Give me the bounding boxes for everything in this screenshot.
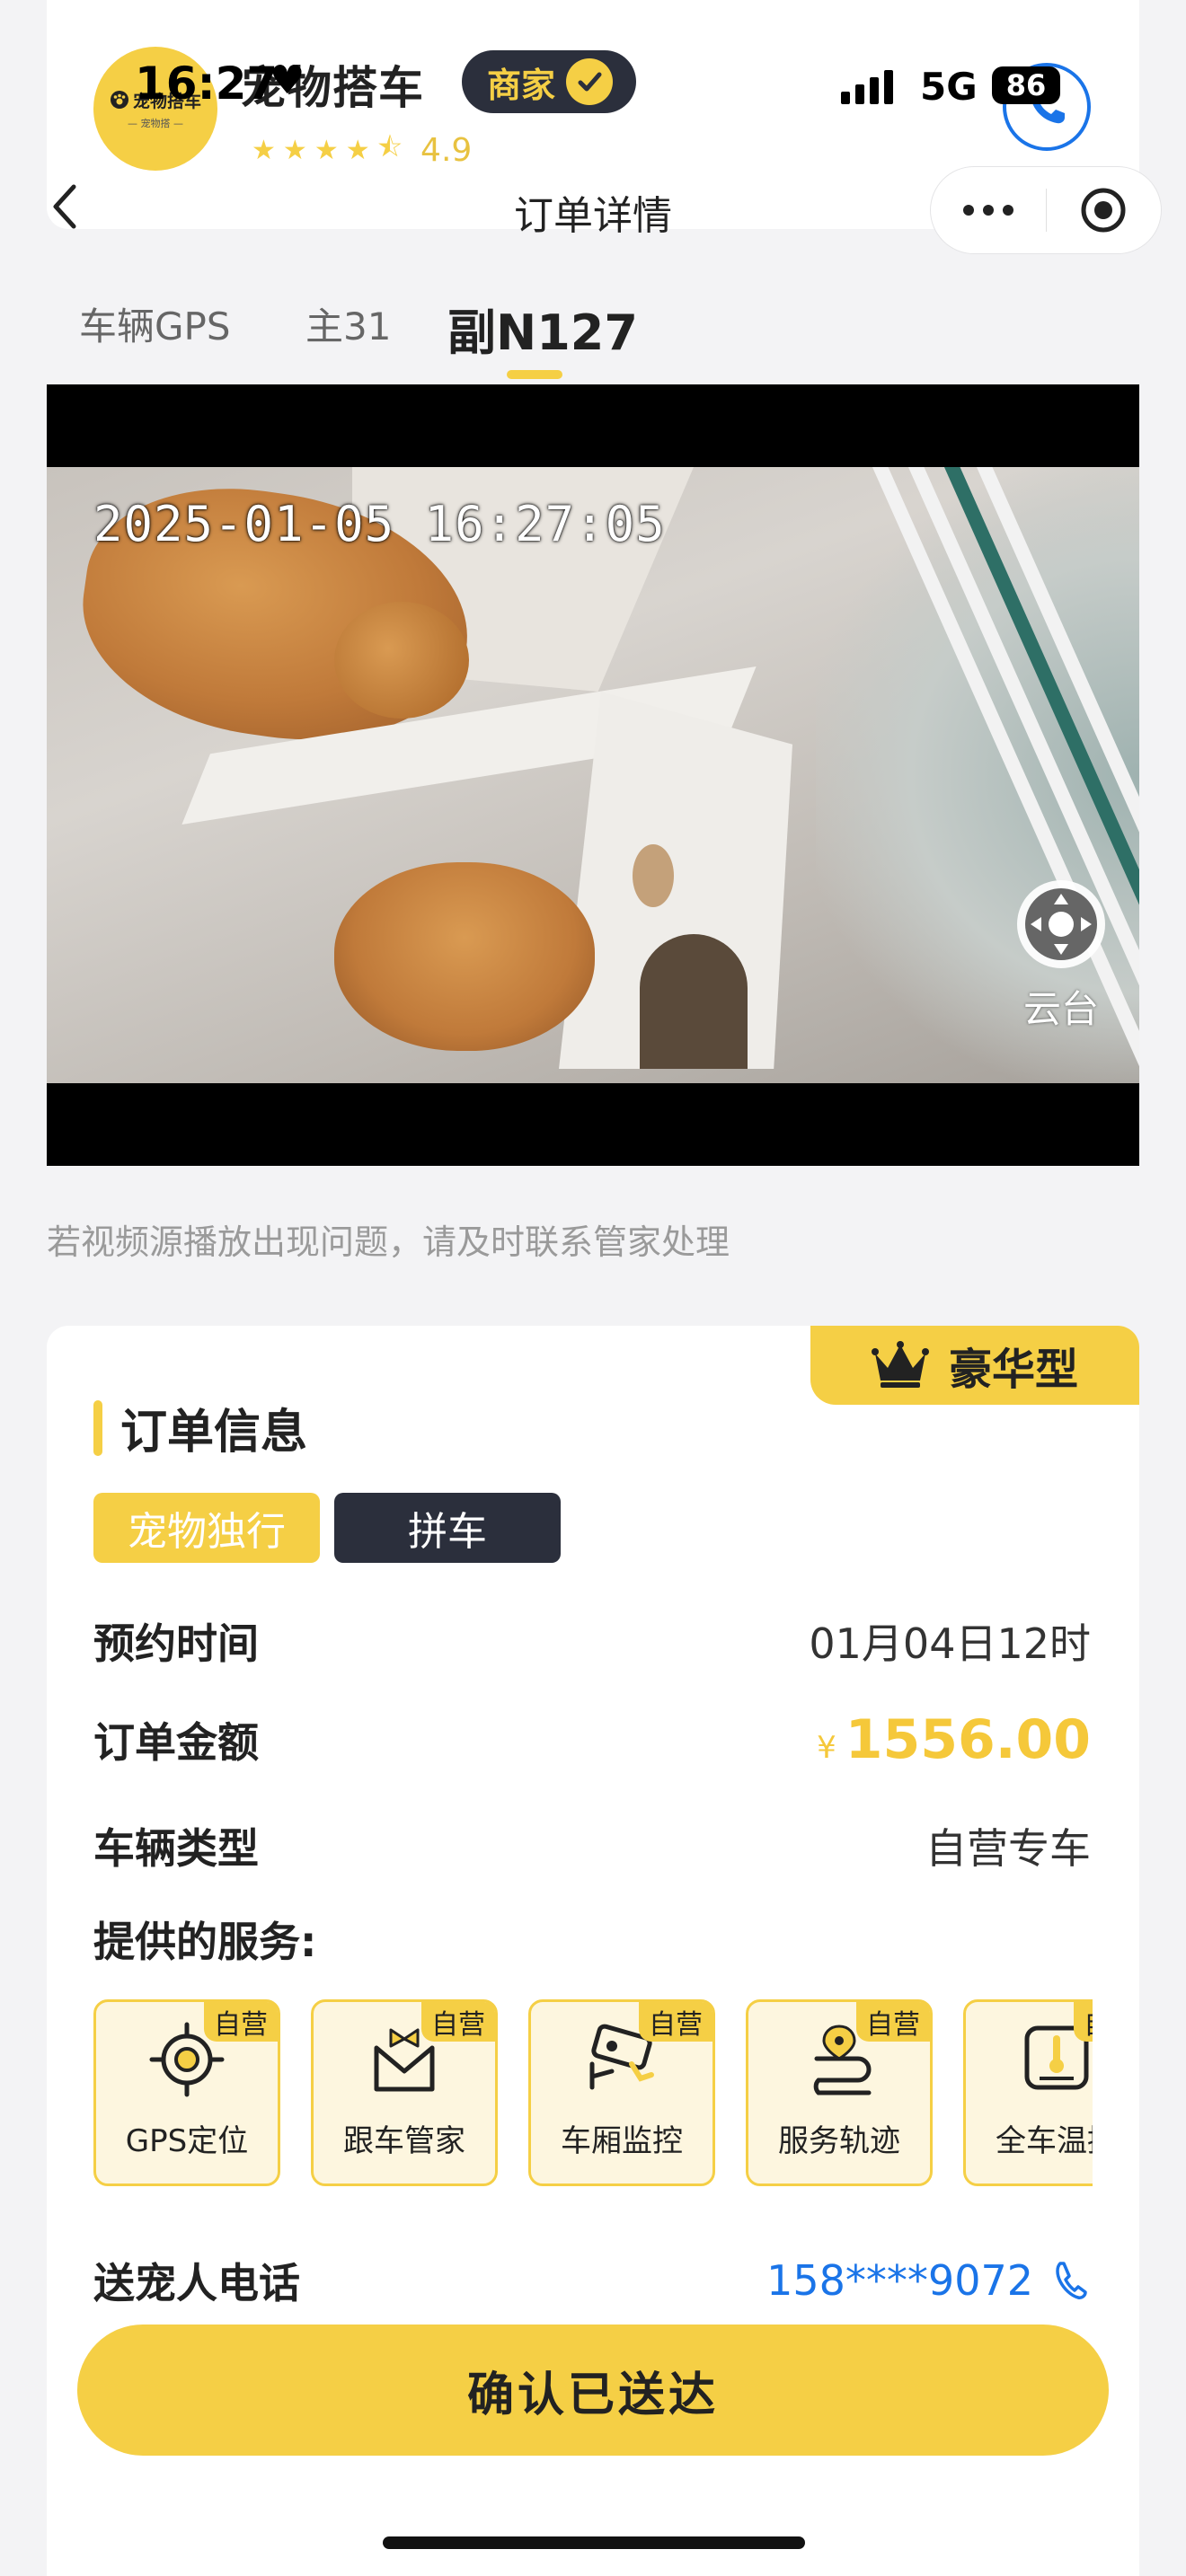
- tab-main-31[interactable]: 主31: [305, 296, 391, 351]
- star-icon: ★: [345, 135, 370, 166]
- network-type: 5G: [920, 65, 978, 109]
- service-name: 全车温控: [996, 2123, 1093, 2159]
- more-button[interactable]: [931, 205, 1046, 216]
- order-amount-row: 订单金额 ¥ 1556.00: [93, 1708, 1091, 1771]
- half-star-icon: ⯪: [376, 132, 403, 163]
- vehicle-type-label: 车辆类型: [93, 1824, 259, 1873]
- battery-icon: 86: [992, 66, 1060, 104]
- service-gps[interactable]: 自营 GPS定位: [93, 1999, 280, 2186]
- self-operated-badge: 自营: [204, 2002, 278, 2042]
- target-icon: [1081, 188, 1126, 233]
- vehicle-type-value: 自营专车: [925, 1824, 1091, 1873]
- check-icon: [566, 58, 614, 105]
- sender-phone-row: 送宠人电话 158****9072: [93, 2251, 1091, 2310]
- tab-vehicle-gps[interactable]: 车辆GPS: [79, 296, 231, 351]
- video-notice: 若视频源播放出现问题，请及时联系管家处理: [47, 1222, 730, 1262]
- home-indicator: [383, 2536, 805, 2549]
- phone-call-icon[interactable]: [1051, 2258, 1091, 2303]
- booking-time-row: 预约时间 01月04日12时: [93, 1611, 1091, 1671]
- active-tab-indicator: [507, 370, 562, 379]
- self-operated-badge: 自营: [1074, 2002, 1093, 2042]
- video-player[interactable]: 2025-01-05 16:27:05 云台: [47, 384, 1139, 1166]
- service-name: 车厢监控: [561, 2123, 683, 2159]
- mini-program-capsule: [931, 167, 1161, 253]
- rating-value: 4.9: [420, 132, 473, 169]
- service-temperature[interactable]: 自营 全车温控: [963, 1999, 1093, 2186]
- self-operated-badge: 自营: [421, 2002, 495, 2042]
- status-time: 16:27: [135, 57, 279, 110]
- signal-icon: [841, 70, 893, 104]
- booking-time-value: 01月04日12时: [809, 1619, 1091, 1668]
- service-name: 服务轨迹: [778, 2123, 900, 2159]
- service-butler[interactable]: 自营 跟车管家: [311, 1999, 498, 2186]
- paw-icon: [110, 91, 128, 109]
- logo-subtext: — 宠物搭 —: [128, 117, 183, 129]
- booking-time-label: 预约时间: [93, 1619, 259, 1668]
- service-name: 跟车管家: [343, 2123, 465, 2159]
- tier-badge: 豪华型: [810, 1326, 1139, 1405]
- star-icon: ★: [282, 135, 307, 166]
- star-icon: ★: [314, 135, 339, 166]
- crown-icon: [871, 1341, 929, 1388]
- heart-icon: ♥: [270, 57, 305, 103]
- tag-carpool: 拼车: [334, 1493, 561, 1563]
- confirm-delivered-button[interactable]: 确认已送达: [77, 2325, 1109, 2456]
- camera-feed: 2025-01-05 16:27:05 云台: [47, 467, 1139, 1083]
- merchant-badge: 商家: [462, 50, 636, 113]
- ptz-dial-icon[interactable]: [1017, 880, 1105, 968]
- self-operated-badge: 自营: [639, 2002, 712, 2042]
- ptz-label: 云台: [1022, 987, 1099, 1031]
- cat-image: [334, 862, 595, 1051]
- service-monitor[interactable]: 自营 车厢监控: [528, 1999, 715, 2186]
- close-mini-program-button[interactable]: [1047, 185, 1162, 235]
- ptz-control[interactable]: 云台: [1017, 880, 1105, 1034]
- tab-sub-n127[interactable]: 副N127: [447, 293, 638, 364]
- services-title-row: 提供的服务:: [93, 1910, 1091, 1969]
- section-title: 订单信息: [93, 1394, 307, 1461]
- tier-label: 豪华型: [948, 1345, 1078, 1395]
- vehicle-type-row: 车辆类型 自营专车: [93, 1816, 1091, 1875]
- star-icon: ★: [252, 135, 276, 166]
- service-route[interactable]: 自营 服务轨迹: [746, 1999, 933, 2186]
- service-name: GPS定位: [125, 2123, 249, 2159]
- services-title: 提供的服务:: [93, 1918, 317, 1966]
- order-amount-value: ¥ 1556.00: [817, 1708, 1091, 1771]
- sender-phone-link[interactable]: 158****9072: [766, 2256, 1091, 2305]
- services-list[interactable]: 自营 GPS定位 自营 跟车管家 自营 车厢监控 自营 服务轨迹 全车温: [93, 1999, 1093, 2190]
- self-operated-badge: 自营: [856, 2002, 930, 2042]
- order-detail-page: 宠物搭车 — 宠物搭 — 宠物搭车 商家 ★ ★ ★ ★ ⯪ 4.9 16:27…: [0, 0, 1186, 2576]
- merchant-rating: ★ ★ ★ ★ ⯪ 4.9: [252, 128, 472, 173]
- sender-phone-value[interactable]: 158****9072: [766, 2256, 1033, 2305]
- tag-solo-pet: 宠物独行: [93, 1493, 320, 1563]
- sender-phone-label: 送宠人电话: [93, 2259, 300, 2307]
- merchant-badge-label: 商家: [487, 65, 556, 105]
- order-amount-label: 订单金额: [93, 1718, 259, 1767]
- video-timestamp: 2025-01-05 16:27:05: [93, 496, 666, 552]
